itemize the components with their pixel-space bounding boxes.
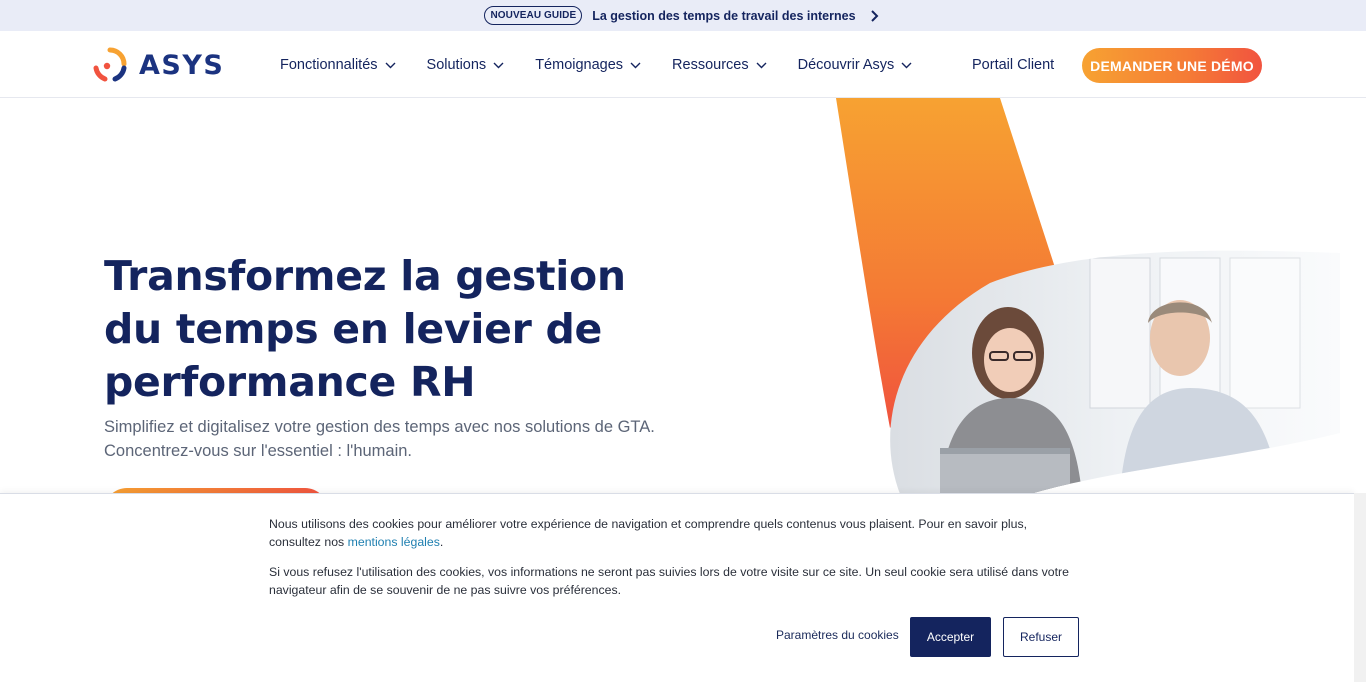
- hero-subtitle: Simplifiez et digitalisez votre gestion …: [104, 415, 724, 463]
- chevron-down-icon: [630, 62, 641, 68]
- announcement-message[interactable]: La gestion des temps de travail des inte…: [592, 9, 855, 23]
- announcement-bar[interactable]: NOUVEAU GUIDE La gestion des temps de tr…: [0, 0, 1366, 31]
- legal-mentions-link[interactable]: mentions légales: [348, 535, 440, 549]
- hero-title-line: Transformez la gestion: [104, 252, 626, 300]
- hero-illustration: [820, 98, 1366, 494]
- chevron-down-icon: [901, 62, 912, 68]
- nav-item-label: Fonctionnalités: [280, 56, 378, 73]
- nav-item-label: Solutions: [426, 56, 487, 73]
- cookie-text-2: Si vous refusez l'utilisation des cookie…: [269, 565, 1069, 597]
- chevron-down-icon: [493, 62, 504, 68]
- nav-item-solutions[interactable]: Solutions: [427, 57, 505, 73]
- portal-client-link[interactable]: Portail Client: [972, 57, 1054, 73]
- cookie-settings-link[interactable]: Paramètres du cookies: [776, 628, 899, 642]
- nav-item-label: Témoignages: [535, 56, 624, 73]
- chevron-down-icon: [385, 62, 396, 68]
- hero-title-line: du temps en levier de: [104, 305, 603, 353]
- hero-title: Transformez la gestion du temps en levie…: [104, 250, 664, 409]
- nav-item-label: Découvrir Asys: [797, 56, 895, 73]
- asys-logo[interactable]: ASYS: [91, 46, 224, 84]
- cookie-text-1-end: .: [439, 535, 444, 549]
- nav-item-temoignages[interactable]: Témoignages: [535, 57, 641, 73]
- new-guide-badge: NOUVEAU GUIDE: [484, 6, 583, 25]
- hero-title-line: performance RH: [104, 358, 476, 406]
- scrollbar[interactable]: [1354, 493, 1366, 682]
- request-demo-button[interactable]: DEMANDER UNE DÉMO: [1082, 48, 1262, 83]
- hero-subtitle-line: Simplifiez et digitalisez votre gestion …: [104, 418, 655, 436]
- asys-logo-icon: [93, 47, 127, 82]
- site-header: ASYS Fonctionnalités Solutions Témoignag…: [0, 31, 1366, 98]
- hero-subtitle-line: Concentrez-vous sur l'essentiel : l'huma…: [104, 442, 413, 460]
- cookie-banner: Nous utilisons des cookies pour améliore…: [0, 493, 1354, 682]
- nav-item-ressources[interactable]: Ressources: [672, 57, 767, 73]
- accept-cookies-button[interactable]: Accepter: [910, 617, 991, 657]
- logo-text: ASYS: [139, 49, 225, 81]
- main-nav: Fonctionnalités Solutions Témoignages Re…: [280, 31, 943, 98]
- cookie-text-1: Nous utilisons des cookies pour améliore…: [269, 515, 1069, 551]
- nav-item-decouvrir-asys[interactable]: Découvrir Asys: [798, 57, 913, 73]
- nav-item-fonctionnalites[interactable]: Fonctionnalités: [280, 57, 396, 73]
- chevron-right-icon[interactable]: [866, 8, 882, 24]
- chevron-down-icon: [756, 62, 767, 68]
- refuse-cookies-button[interactable]: Refuser: [1003, 617, 1079, 657]
- nav-item-label: Ressources: [672, 56, 749, 73]
